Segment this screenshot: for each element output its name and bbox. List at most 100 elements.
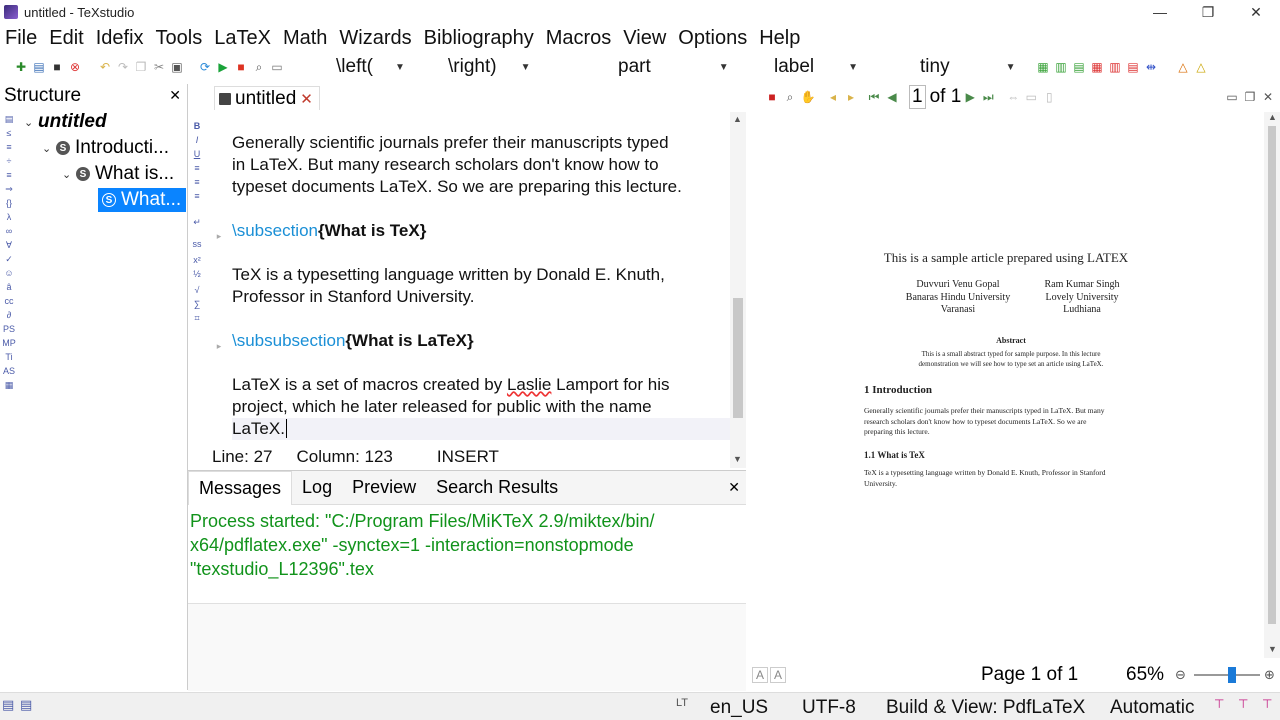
menu-tools[interactable]: Tools [150,27,209,50]
copy-icon[interactable]: ❐ [133,59,149,75]
asymptote-icon[interactable]: AS [2,365,16,377]
structure-toggle-icon[interactable]: ▤ [2,697,14,713]
smiley-symbols-icon[interactable]: ☺ [2,267,16,279]
scroll-down-icon[interactable]: ▼ [1268,644,1277,654]
tree-item-what-is-tex[interactable]: ⌄ S What is... [62,162,174,186]
menu-help[interactable]: Help [753,27,806,50]
zoom-level[interactable]: 65% [1126,664,1164,686]
tab-log[interactable]: Log [292,471,342,505]
superscript-icon[interactable]: x² [192,254,202,266]
metapost-icon[interactable]: MP [2,337,16,349]
fraction-icon[interactable]: ½ [192,268,202,280]
sync-icon[interactable]: A [752,667,768,683]
page-number-input[interactable]: 1 [909,85,926,109]
align-right-icon[interactable]: ≡ [192,190,202,202]
misc-math-icon[interactable]: ∞ [2,225,16,237]
pdf-viewer[interactable]: This is a sample article prepared using … [748,112,1264,658]
table-align-left-icon[interactable]: ▦ [1035,59,1051,75]
zoom-icon[interactable]: ⌕ [782,89,798,105]
scrollbar-thumb[interactable] [1268,126,1276,624]
cc-symbols-icon[interactable]: cc [2,295,16,307]
math-icon[interactable]: ∑ [192,298,202,310]
fit-width-icon[interactable]: ⇔ [1005,89,1021,105]
code-editor[interactable]: Generally scientific journals prefer the… [228,112,730,442]
maximize-panel-icon[interactable]: ❐ [1242,89,1258,105]
zoom-slider-thumb[interactable] [1228,667,1237,683]
fold-icon[interactable]: ▸ [214,340,224,352]
view-pdf-icon[interactable]: ⌕ [251,59,267,75]
forall-symbols-icon[interactable]: ∀ [2,239,16,251]
open-file-icon[interactable]: ▤ [31,59,47,75]
reference-dropdown[interactable]: label ▼ [774,55,858,79]
table-align-right-icon[interactable]: ▤ [1071,59,1087,75]
tree-item-document[interactable]: ⌄ untitled [24,110,107,134]
operator-symbols-icon[interactable]: ≡ [2,141,16,153]
scroll-down-icon[interactable]: ▼ [733,454,742,464]
maximize-button[interactable]: ❐ [1184,0,1232,24]
undock-icon[interactable]: ▭ [1224,89,1240,105]
forward-icon[interactable]: ▸ [843,89,859,105]
next-page-icon[interactable]: ▶ [962,89,978,105]
menu-idefix[interactable]: Idefix [90,27,150,50]
menu-macros[interactable]: Macros [540,27,618,50]
relation-symbols-icon[interactable]: ≤ [2,127,16,139]
misspelled-word[interactable]: Laslie [507,375,551,394]
italic-icon[interactable]: I [192,134,202,146]
cut-icon[interactable]: ✂ [151,59,167,75]
close-icon[interactable]: ✕ [1260,89,1276,105]
table-add-row-icon[interactable]: ▦ [1089,59,1105,75]
accent-symbols-icon[interactable]: â [2,281,16,293]
fit-page-icon[interactable]: ▭ [1023,89,1039,105]
pdf-scrollbar[interactable]: ▲ ▼ [1264,112,1280,658]
close-file-icon[interactable]: ⊗ [67,59,83,75]
right-delimiter-dropdown[interactable]: \right) ▼ [448,55,530,79]
insert-icon[interactable]: ⌗ [192,312,202,324]
table-remove-icon[interactable]: ▤ [1125,59,1141,75]
build-view-icon[interactable]: ⟳ [197,59,213,75]
align-center-icon[interactable]: ≡ [192,176,202,188]
sectioning-dropdown[interactable]: part ▼ [618,55,729,79]
last-page-icon[interactable]: ⏭ [980,89,996,105]
bookmark-icon[interactable]: ■ [764,89,780,105]
zoom-slider-track[interactable] [1194,674,1260,676]
delimiter-symbols-icon[interactable]: {} [2,197,16,209]
menu-math[interactable]: Math [277,27,333,50]
menu-wizards[interactable]: Wizards [333,27,417,50]
arrow-symbols-icon[interactable]: ⇒ [2,183,16,195]
menu-view[interactable]: View [617,27,672,50]
special-chars-icon[interactable]: ∂ [2,309,16,321]
language-selector[interactable]: en_US [710,697,768,719]
build-view-selector[interactable]: Build & View: PdfLaTeX [886,697,1085,719]
subscript-icon[interactable]: ss [192,238,202,250]
minimize-button[interactable]: — [1136,0,1184,24]
warning-icon[interactable]: △ [1175,59,1191,75]
stamp-icon[interactable]: ⊤ [1214,697,1224,711]
sync-source-icon[interactable]: A [770,667,786,683]
close-icon[interactable]: ✕ [169,87,181,104]
stamp-icon[interactable]: ⊤ [1238,697,1248,711]
chevron-down-icon[interactable]: ⌄ [24,116,38,129]
close-button[interactable]: ✕ [1232,0,1280,24]
first-page-icon[interactable]: ⏮ [866,89,882,105]
encoding-selector[interactable]: UTF-8 [802,697,856,719]
close-icon[interactable]: ✕ [728,479,740,496]
table-align-center-icon[interactable]: ▥ [1053,59,1069,75]
font-size-dropdown[interactable]: tiny ▼ [920,55,1015,79]
scroll-up-icon[interactable]: ▲ [733,114,742,124]
hand-icon[interactable]: ✋ [800,89,816,105]
tree-item-introduction[interactable]: ⌄ S Introducti... [42,136,169,160]
check-symbols-icon[interactable]: ✓ [2,253,16,265]
lt-icon[interactable]: LT [676,697,688,709]
scrollbar-thumb[interactable] [733,298,743,418]
tree-item-what-is-latex[interactable]: S What... [98,188,186,212]
scroll-up-icon[interactable]: ▲ [1268,112,1277,122]
left-delimiter-dropdown[interactable]: \left( ▼ [336,55,405,79]
new-file-icon[interactable]: ✚ [13,59,29,75]
log-icon[interactable]: ▭ [269,59,285,75]
stamp-icon[interactable]: ⊤ [1262,697,1272,711]
close-tab-icon[interactable]: ✕ [300,90,313,108]
tab-preview[interactable]: Preview [342,471,426,505]
underline-icon[interactable]: U [192,148,202,160]
table-merge-icon[interactable]: ⇹ [1143,59,1159,75]
structure-view-icon[interactable]: ▤ [2,113,16,125]
